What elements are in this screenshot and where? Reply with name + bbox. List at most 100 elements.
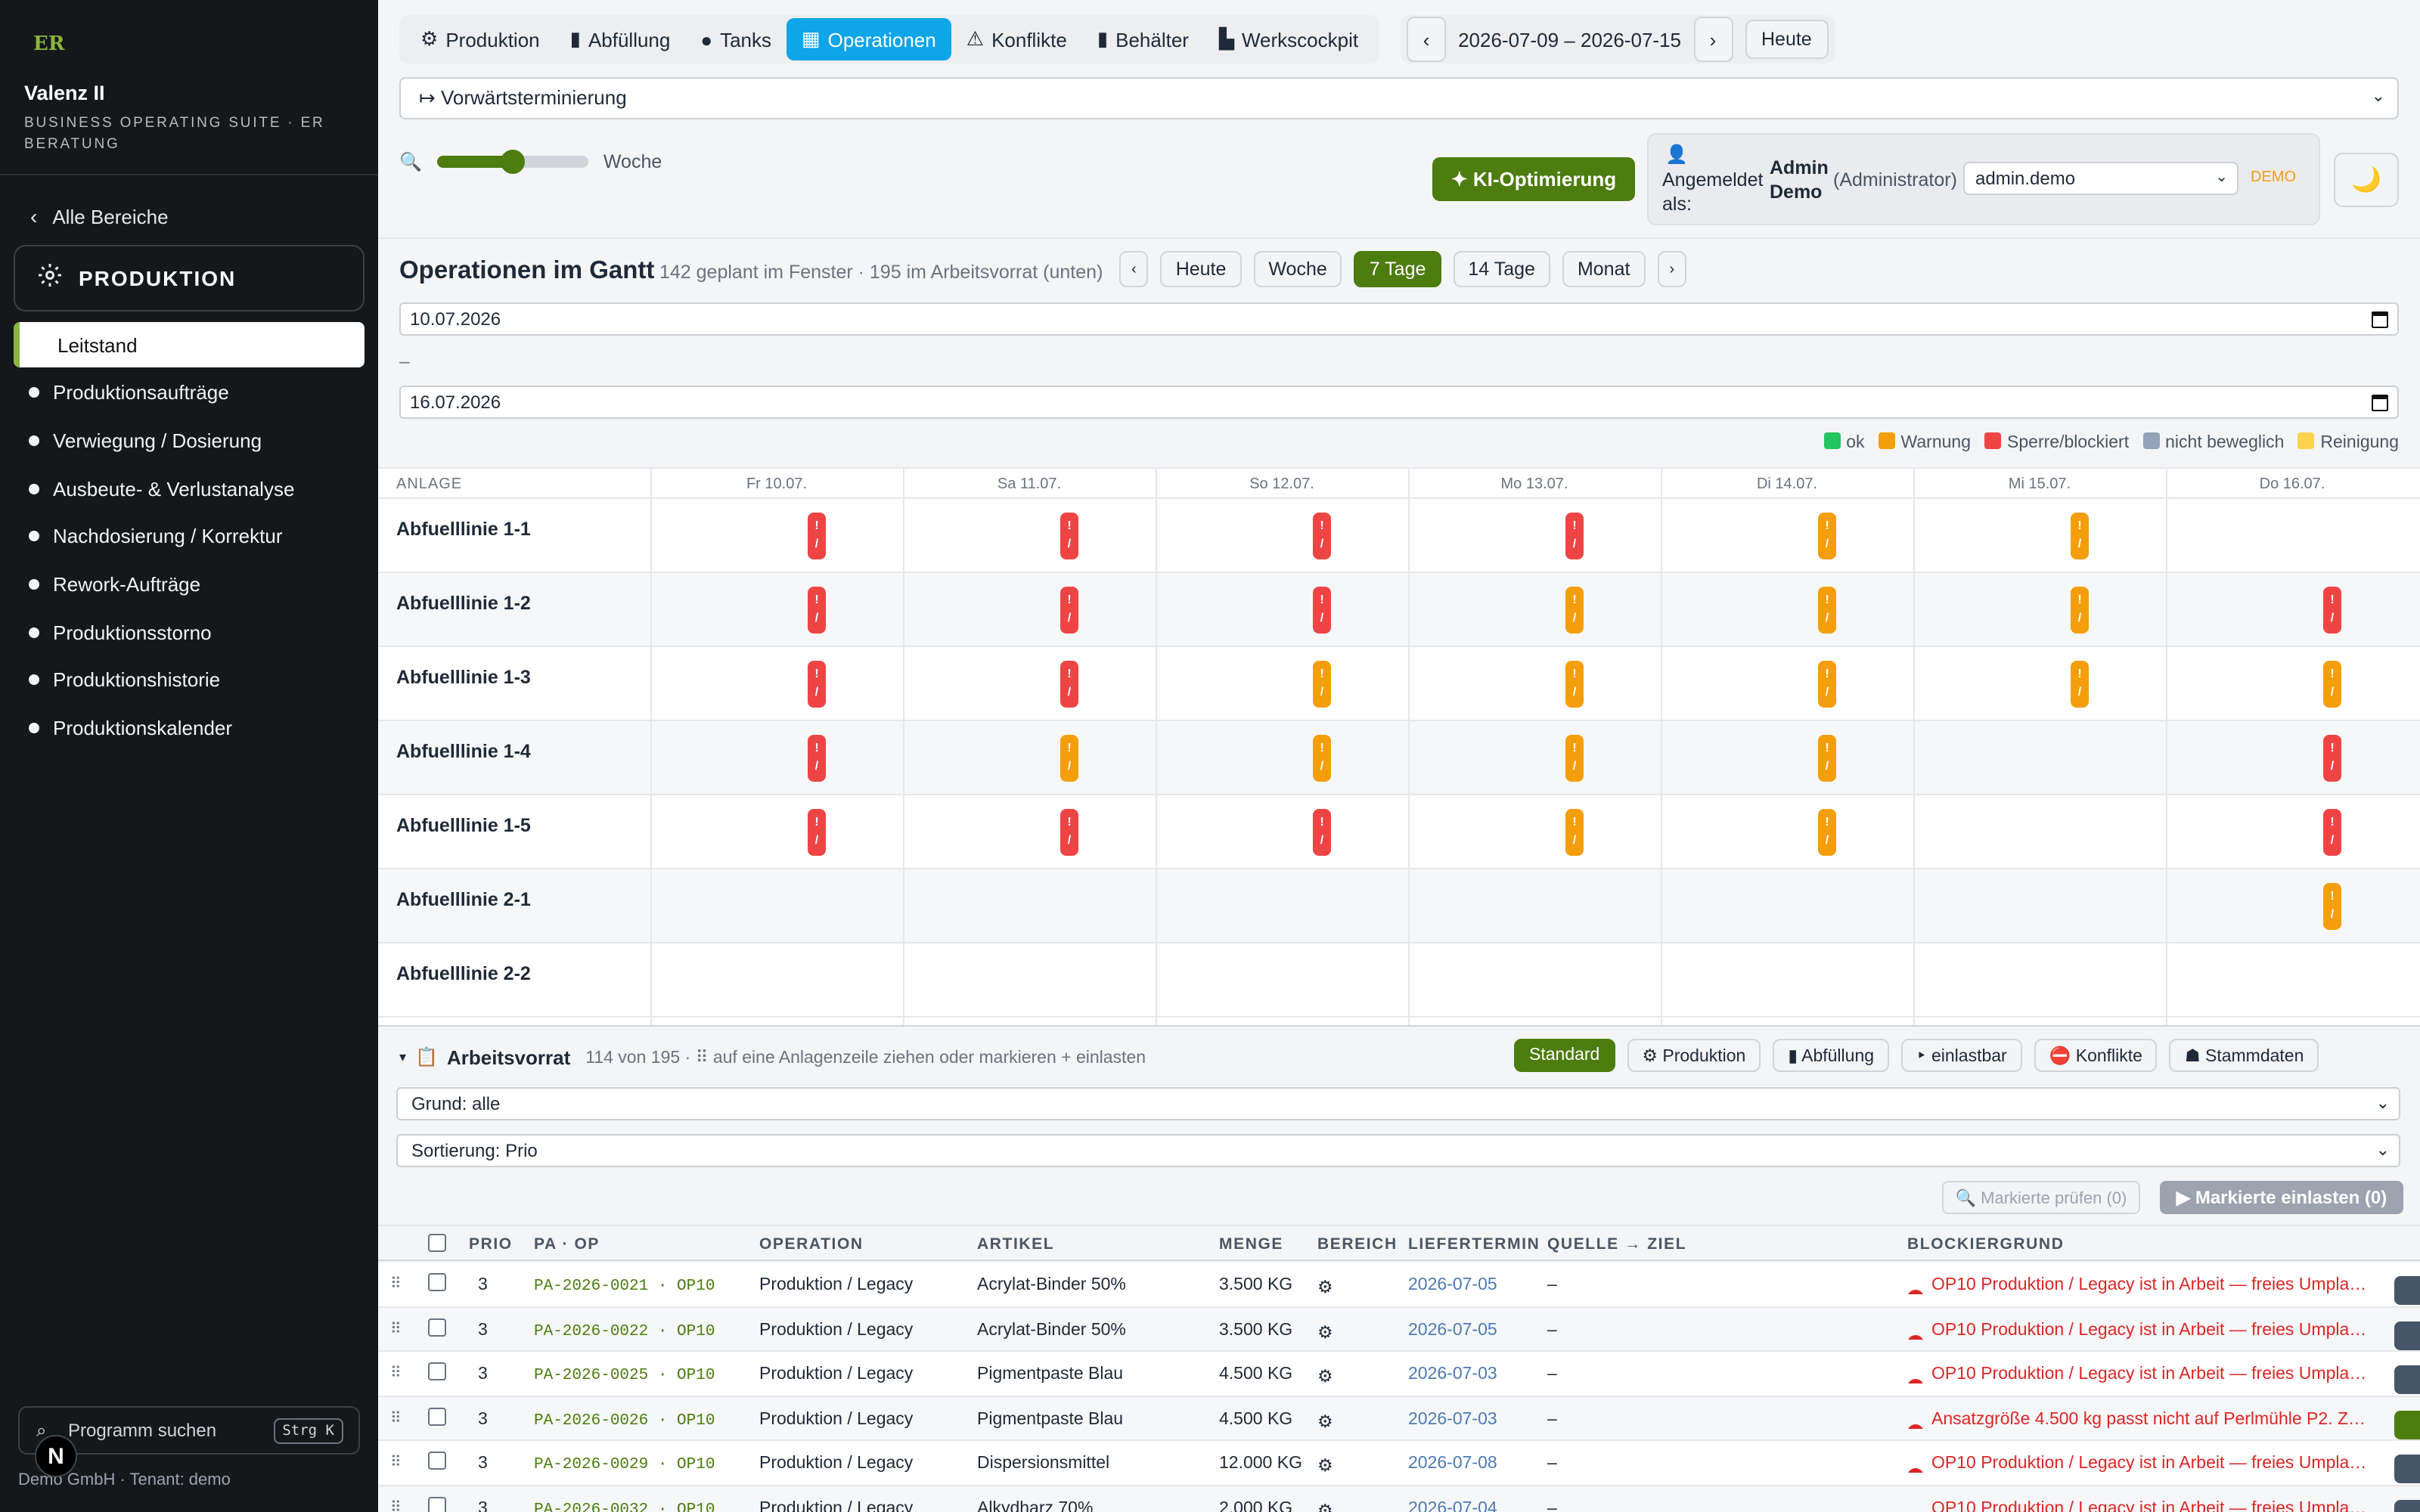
prev-period-button[interactable]: ‹ — [1407, 17, 1447, 62]
gantt-row[interactable]: Abfuelllinie 1-1! /! /! /! /! /! / — [378, 499, 2420, 573]
gantt-bar[interactable]: ! / — [1818, 735, 1836, 782]
gantt-bar[interactable]: ! / — [1060, 661, 1078, 708]
gantt-bar[interactable]: ! / — [1313, 513, 1331, 559]
user-select[interactable]: admin.demo ⌄ — [1963, 162, 2238, 195]
table-row[interactable]: ⠿ 3 PA-2026-0022 · OP10 Produktion / Legacy… — [378, 1307, 2420, 1352]
row-checkbox[interactable] — [428, 1318, 446, 1337]
table-row[interactable]: ⠿ 3 PA-2026-0021 · OP10 Produktion / Legacy… — [378, 1263, 2420, 1308]
gantt-bar[interactable]: ! / — [2071, 513, 2089, 559]
section-production[interactable]: PRODUKTION — [14, 245, 365, 311]
sidebar-item[interactable]: Produktionskalender — [0, 705, 378, 752]
gantt-bar[interactable]: ! / — [808, 513, 826, 559]
n-badge[interactable]: N — [35, 1435, 77, 1477]
tab-produktion[interactable]: ⚙ Produktion — [405, 18, 555, 60]
filter-chip[interactable]: ‣ einlastbar — [1901, 1039, 2022, 1072]
back-link[interactable]: ‹ Alle Bereiche — [30, 204, 169, 228]
filter-chip[interactable]: ⚙ Produktion — [1627, 1039, 1761, 1072]
row-checkbox[interactable] — [428, 1497, 446, 1512]
gantt-row[interactable]: Abfuelllinie 2-1! / — [378, 869, 2420, 943]
tab-behälter[interactable]: ▮ Behälter — [1082, 18, 1204, 60]
gantt-bar[interactable]: ! / — [1565, 809, 1584, 856]
gantt-bar[interactable]: ! / — [808, 661, 826, 708]
sidebar-item[interactable]: Nachdosierung / Korrektur — [0, 513, 378, 560]
reason-filter-select[interactable]: Grund: alle ⌄ — [396, 1087, 2400, 1120]
date-to-input[interactable]: 16.07.2026 — [399, 386, 2399, 419]
gantt-row[interactable]: Abfuelllinie 1-2! /! /! /! /! /! /! / — [378, 573, 2420, 647]
sidebar-item[interactable]: Produktionsaufträge — [0, 369, 378, 417]
range-button[interactable]: › — [1657, 251, 1687, 287]
sidebar-item[interactable]: Ausbeute- & Verlustanalyse — [0, 465, 378, 513]
check-selected-button[interactable]: 🔍 Markierte prüfen (0) — [1942, 1181, 2140, 1214]
filter-chip[interactable]: ▮ Abfüllung — [1773, 1039, 1890, 1072]
gantt-bar[interactable]: ! / — [1565, 661, 1584, 708]
row-checkbox[interactable] — [428, 1362, 446, 1381]
view-row-button[interactable] — [2394, 1321, 2420, 1350]
range-button[interactable]: Heute — [1160, 251, 1242, 287]
gantt-bar[interactable]: ! / — [1060, 587, 1078, 634]
drag-handle-icon[interactable]: ⠿ — [390, 1276, 402, 1293]
gantt-bar[interactable]: ! / — [1313, 735, 1331, 782]
table-row[interactable]: ⠿ 3 PA-2026-0025 · OP10 Produktion / Legacy… — [378, 1352, 2420, 1397]
ki-optimize-button[interactable]: ✦ KI-Optimierung — [1432, 157, 1635, 201]
sort-select[interactable]: Sortierung: Prio ⌄ — [396, 1134, 2400, 1167]
gantt-bar[interactable]: ! / — [1060, 809, 1078, 856]
gantt-bar[interactable]: ! / — [1565, 513, 1584, 559]
row-checkbox[interactable] — [428, 1452, 446, 1470]
gantt-bar[interactable]: ! / — [2323, 883, 2341, 930]
view-row-button[interactable] — [2394, 1276, 2420, 1305]
tab-konflikte[interactable]: ⚠ Konflikte — [951, 18, 1082, 60]
range-button[interactable]: ‹ — [1119, 251, 1149, 287]
view-row-button[interactable] — [2394, 1500, 2420, 1512]
select-all-checkbox[interactable] — [428, 1234, 446, 1252]
calendar-icon[interactable] — [2372, 311, 2388, 328]
filter-chip[interactable]: ☗ Stammdaten — [2169, 1039, 2319, 1072]
filter-chip[interactable]: Standard — [1514, 1039, 1615, 1072]
drag-handle-icon[interactable]: ⠿ — [390, 1321, 402, 1337]
gantt-bar[interactable]: ! / — [1818, 809, 1836, 856]
scheduling-mode-select[interactable]: ↦ Vorwärtsterminierung ⌄ — [399, 77, 2399, 119]
theme-toggle-button[interactable]: 🌙 — [2334, 153, 2399, 207]
table-row[interactable]: ⠿ 3 PA-2026-0029 · OP10 Produktion / Legacy… — [378, 1441, 2420, 1486]
gantt-bar[interactable]: ! / — [1818, 587, 1836, 634]
load-row-button[interactable] — [2394, 1410, 2420, 1439]
gantt-row[interactable]: Abfuelllinie 1-5! /! /! /! /! /! / — [378, 795, 2420, 869]
load-selected-button[interactable]: ▶ Markierte einlasten (0) — [2160, 1181, 2403, 1214]
range-button[interactable]: Monat — [1562, 251, 1646, 287]
gantt-row[interactable]: Abfuelllinie 2-2 — [378, 943, 2420, 1018]
gantt-bar[interactable]: ! / — [2071, 587, 2089, 634]
sidebar-item[interactable]: Produktionsstorno — [0, 609, 378, 656]
gantt-bar[interactable]: ! / — [2323, 735, 2341, 782]
drag-handle-icon[interactable]: ⠿ — [390, 1365, 402, 1382]
gantt-bar[interactable]: ! / — [2323, 661, 2341, 708]
range-button[interactable]: Woche — [1253, 251, 1342, 287]
sidebar-item-leitstand[interactable]: Leitstand — [14, 322, 365, 367]
gantt-bar[interactable]: ! / — [1565, 587, 1584, 634]
gantt-bar[interactable]: ! / — [1313, 587, 1331, 634]
gantt-bar[interactable]: ! / — [1060, 735, 1078, 782]
gantt-bar[interactable]: ! / — [808, 809, 826, 856]
zoom-slider[interactable] — [436, 150, 588, 174]
gantt-bar[interactable]: ! / — [808, 587, 826, 634]
row-checkbox[interactable] — [428, 1273, 446, 1291]
drag-handle-icon[interactable]: ⠿ — [390, 1411, 402, 1427]
sidebar-item[interactable]: Rework-Aufträge — [0, 561, 378, 609]
gantt-row[interactable]: Abfuelllinie 1-4! /! /! /! /! /! / — [378, 721, 2420, 795]
filter-chip[interactable]: ⛔ Konflikte — [2034, 1039, 2158, 1072]
range-button[interactable]: 7 Tage — [1354, 251, 1441, 287]
gantt-bar[interactable]: ! / — [1313, 809, 1331, 856]
gantt-bar[interactable]: ! / — [1565, 735, 1584, 782]
view-row-button[interactable] — [2394, 1365, 2420, 1395]
table-row[interactable]: ⠿ 3 PA-2026-0032 · OP10 Produktion / Legacy… — [378, 1486, 2420, 1512]
gantt-bar[interactable]: ! / — [2323, 587, 2341, 634]
sidebar-item[interactable]: Produktionshistorie — [0, 656, 378, 704]
today-button[interactable]: Heute — [1745, 20, 1829, 59]
gantt-bar[interactable]: ! / — [1060, 513, 1078, 559]
tab-operationen[interactable]: ▦ Operationen — [786, 18, 951, 60]
gantt-bar[interactable]: ! / — [1313, 661, 1331, 708]
gantt-bar[interactable]: ! / — [808, 735, 826, 782]
table-row[interactable]: ⠿ 3 PA-2026-0026 · OP10 Produktion / Legacy… — [378, 1396, 2420, 1442]
gantt-bar[interactable]: ! / — [1818, 661, 1836, 708]
range-button[interactable]: 14 Tage — [1453, 251, 1550, 287]
gantt-bar[interactable]: ! / — [2071, 661, 2089, 708]
zoom-slider-knob[interactable] — [500, 150, 525, 174]
